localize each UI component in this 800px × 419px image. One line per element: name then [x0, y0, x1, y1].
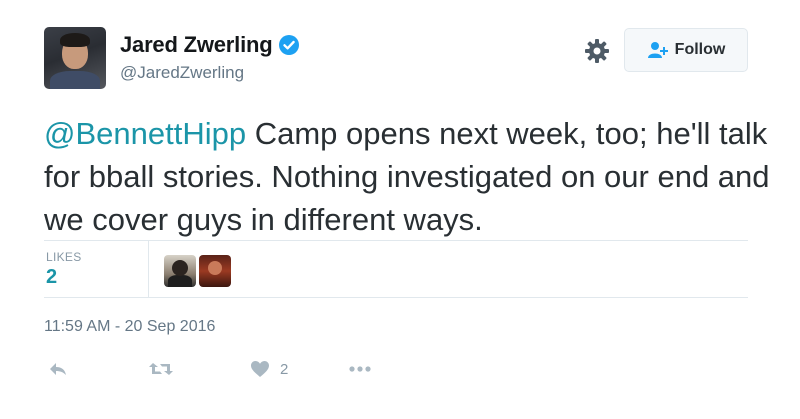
display-name[interactable]: Jared Zwerling — [120, 32, 273, 58]
name-row: Jared Zwerling — [120, 32, 300, 58]
stats-divider-vertical — [148, 240, 149, 297]
user-handle[interactable]: @JaredZwerling — [120, 63, 244, 83]
more-dots-icon — [349, 366, 371, 372]
liker-avatar[interactable] — [164, 255, 196, 287]
more-button[interactable] — [348, 358, 372, 380]
heart-icon — [251, 361, 269, 377]
user-avatar[interactable] — [44, 27, 106, 89]
verified-badge-icon — [278, 34, 300, 56]
tweet-text: @BennettHipp Camp opens next week, too; … — [44, 112, 784, 241]
stats-divider-top — [44, 240, 748, 241]
likes-count[interactable]: 2 — [46, 266, 57, 289]
liker-avatar-head — [172, 260, 188, 276]
follow-button[interactable]: Follow — [624, 28, 748, 72]
retweet-icon — [149, 363, 173, 375]
stats-divider-bottom — [44, 297, 748, 298]
liker-avatar-head — [208, 261, 222, 275]
mention-link[interactable]: @BennettHipp — [44, 116, 246, 151]
reply-button[interactable] — [48, 358, 68, 380]
liker-avatar[interactable] — [199, 255, 231, 287]
gear-icon[interactable] — [584, 38, 610, 64]
avatar-shirt — [50, 71, 100, 89]
avatar-hair — [60, 33, 90, 47]
retweet-button[interactable] — [148, 358, 174, 380]
likes-label: LIKES — [46, 250, 82, 264]
like-button[interactable]: 2 — [250, 358, 288, 380]
follow-person-icon — [647, 41, 669, 59]
tweet-timestamp[interactable]: 11:59 AM - 20 Sep 2016 — [44, 318, 215, 336]
follow-label: Follow — [674, 41, 726, 58]
reply-icon — [50, 363, 66, 375]
like-count: 2 — [280, 360, 289, 378]
liker-avatar-body — [168, 275, 192, 287]
